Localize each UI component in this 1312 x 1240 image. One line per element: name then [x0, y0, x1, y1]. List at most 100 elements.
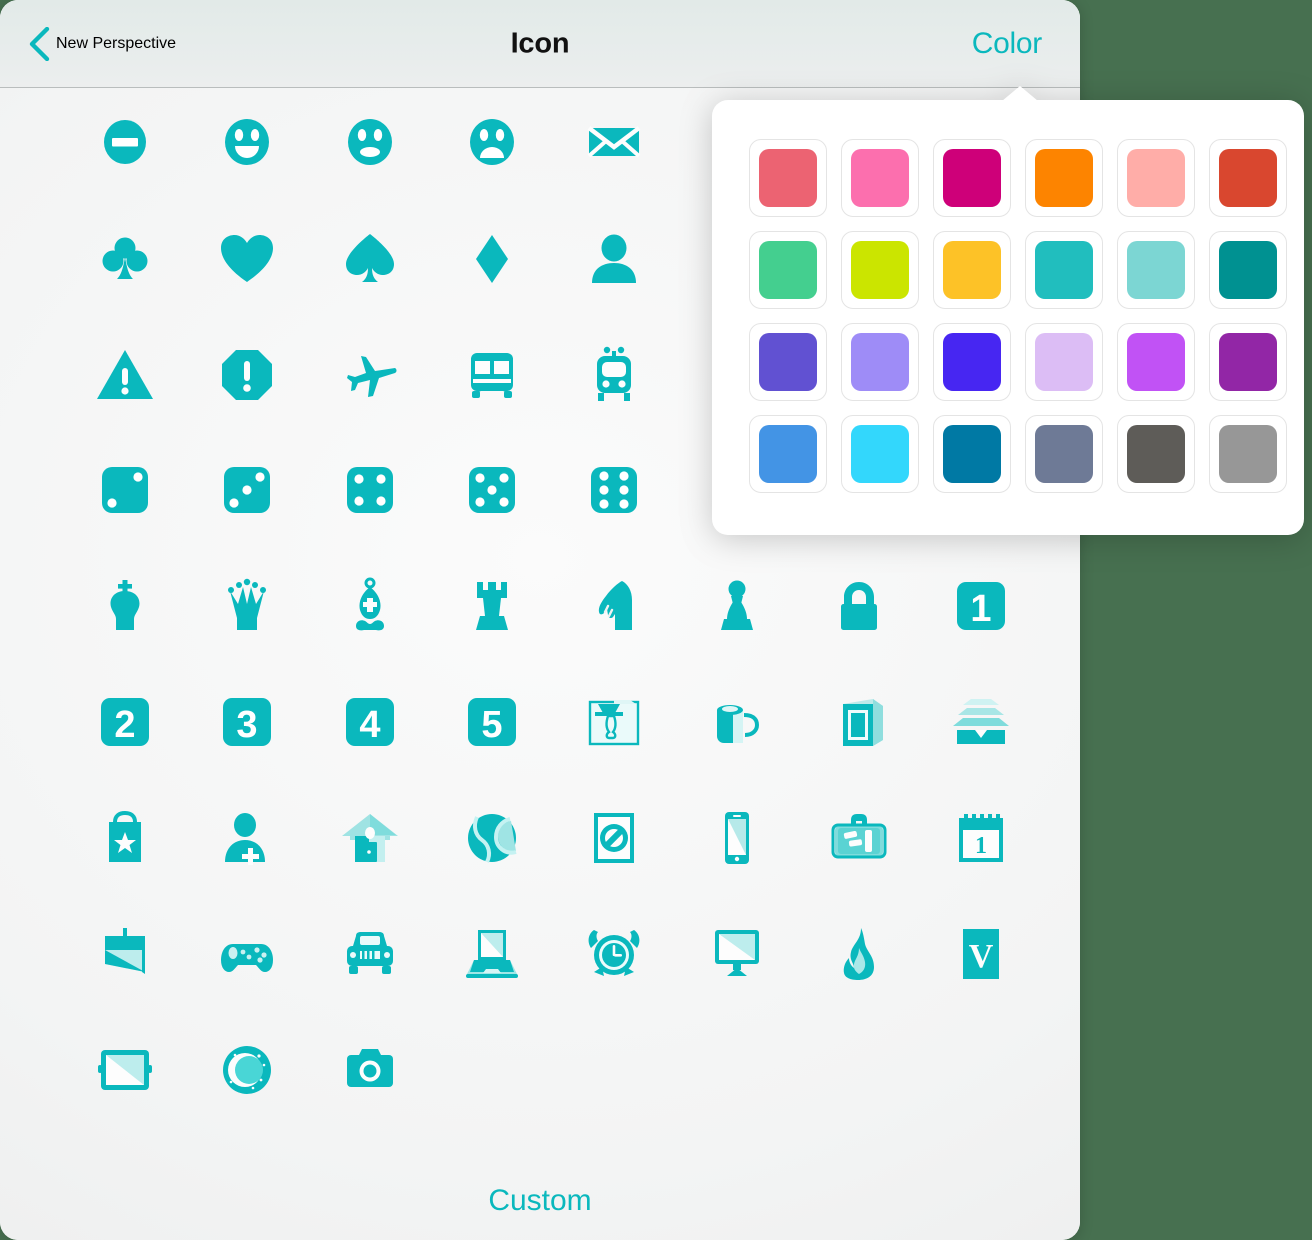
color-swatch-deep-blue[interactable] [926, 408, 1018, 500]
suitcase-icon[interactable] [811, 790, 907, 886]
alarm-clock-icon[interactable] [566, 906, 662, 1002]
color-swatch-orange[interactable] [1018, 132, 1110, 224]
monitor-icon[interactable] [689, 906, 785, 1002]
color-swatch-amber-yellow[interactable] [926, 224, 1018, 316]
die-two-icon[interactable] [77, 442, 173, 538]
calendar-one-icon[interactable]: 1 [933, 790, 1029, 886]
moon-icon[interactable] [199, 1022, 295, 1118]
number-two-box-icon[interactable]: 2 [77, 674, 173, 770]
smiley-neutral-icon[interactable] [322, 94, 418, 190]
swatch-frame [1117, 323, 1195, 401]
popover-arrow-icon [1002, 86, 1038, 101]
svg-text:V: V [969, 938, 994, 975]
house-icon[interactable] [322, 790, 418, 886]
die-four-icon[interactable] [322, 442, 418, 538]
swatch-color-chip [759, 425, 817, 483]
mug-icon[interactable] [689, 674, 785, 770]
color-swatch-dark-gray[interactable] [1110, 408, 1202, 500]
color-swatch-dark-teal[interactable] [1202, 224, 1294, 316]
club-suit-icon[interactable] [77, 211, 173, 307]
color-swatch-medium-gray[interactable] [1202, 408, 1294, 500]
mouse-icon[interactable] [77, 906, 173, 1002]
swatch-color-chip [1127, 425, 1185, 483]
lock-icon[interactable] [811, 558, 907, 654]
color-swatch-salmon-red[interactable] [742, 132, 834, 224]
color-swatch-light-purple[interactable] [834, 316, 926, 408]
color-swatch-indigo-purple[interactable] [742, 316, 834, 408]
person-icon[interactable] [566, 211, 662, 307]
letter-v-box-icon[interactable]: V [933, 906, 1029, 1002]
color-swatch-orchid[interactable] [1110, 316, 1202, 408]
die-five-icon[interactable] [444, 442, 540, 538]
no-entry-icon[interactable] [77, 94, 173, 190]
train-icon[interactable] [566, 327, 662, 423]
gamepad-icon[interactable] [199, 906, 295, 1002]
swatch-frame [1117, 139, 1195, 217]
swatch-frame [1025, 323, 1103, 401]
swatch-color-chip [1127, 333, 1185, 391]
color-swatch-teal[interactable] [1018, 224, 1110, 316]
chess-bishop-icon[interactable] [322, 558, 418, 654]
swatch-frame [749, 139, 827, 217]
desk-lamp-icon[interactable] [566, 674, 662, 770]
color-swatch-hot-pink[interactable] [834, 132, 926, 224]
no-sign-document-icon[interactable] [566, 790, 662, 886]
color-swatch-light-teal[interactable] [1110, 224, 1202, 316]
die-three-icon[interactable] [199, 442, 295, 538]
svg-text:3: 3 [236, 704, 257, 746]
diamond-suit-icon[interactable] [444, 211, 540, 307]
number-one-box-icon[interactable]: 1 [933, 558, 1029, 654]
airplane-icon[interactable] [322, 327, 418, 423]
die-six-icon[interactable] [566, 442, 662, 538]
bus-icon[interactable] [444, 327, 540, 423]
exclamation-octagon-icon[interactable] [199, 327, 295, 423]
swatch-frame [841, 415, 919, 493]
color-swatch-magenta[interactable] [926, 132, 1018, 224]
color-swatch-blue[interactable] [742, 408, 834, 500]
color-swatch-lime[interactable] [834, 224, 926, 316]
spade-suit-icon[interactable] [322, 211, 418, 307]
book-icon[interactable] [811, 674, 907, 770]
color-swatch-cyan[interactable] [834, 408, 926, 500]
inbox-tray-icon[interactable] [933, 674, 1029, 770]
chess-pawn-icon[interactable] [689, 558, 785, 654]
smiley-happy-icon[interactable] [199, 94, 295, 190]
number-three-box-icon[interactable]: 3 [199, 674, 295, 770]
color-swatch-emerald-green[interactable] [742, 224, 834, 316]
number-four-box-icon[interactable]: 4 [322, 674, 418, 770]
color-swatch-dark-purple[interactable] [1202, 316, 1294, 408]
laptop-icon[interactable] [444, 906, 540, 1002]
smiley-sad-icon[interactable] [444, 94, 540, 190]
shopping-bag-star-icon[interactable] [77, 790, 173, 886]
color-button[interactable]: Color [972, 27, 1043, 61]
chess-king-icon[interactable] [77, 558, 173, 654]
heart-suit-icon[interactable] [199, 211, 295, 307]
warning-triangle-icon[interactable] [77, 327, 173, 423]
phone-icon[interactable] [689, 790, 785, 886]
swatch-color-chip [759, 241, 817, 299]
add-person-icon[interactable] [199, 790, 295, 886]
swatch-frame [1117, 415, 1195, 493]
camera-icon[interactable] [322, 1022, 418, 1118]
swatch-color-chip [1035, 149, 1093, 207]
color-swatch-blue-violet[interactable] [926, 316, 1018, 408]
color-swatch-lavender[interactable] [1018, 316, 1110, 408]
swatch-color-chip [943, 333, 1001, 391]
tennis-ball-icon[interactable] [444, 790, 540, 886]
custom-button[interactable]: Custom [0, 1184, 1080, 1218]
color-swatch-light-salmon[interactable] [1110, 132, 1202, 224]
chess-queen-icon[interactable] [199, 558, 295, 654]
swatch-frame [841, 139, 919, 217]
color-swatch-brick-red[interactable] [1202, 132, 1294, 224]
number-five-box-icon[interactable]: 5 [444, 674, 540, 770]
tablet-icon[interactable] [77, 1022, 173, 1118]
chess-knight-icon[interactable] [566, 558, 662, 654]
chess-rook-icon[interactable] [444, 558, 540, 654]
swatch-frame [749, 231, 827, 309]
flame-icon[interactable] [811, 906, 907, 1002]
color-swatch-slate-gray[interactable] [1018, 408, 1110, 500]
swatch-color-chip [943, 241, 1001, 299]
car-icon[interactable] [322, 906, 418, 1002]
svg-text:1: 1 [970, 588, 991, 630]
envelope-icon[interactable] [566, 94, 662, 190]
